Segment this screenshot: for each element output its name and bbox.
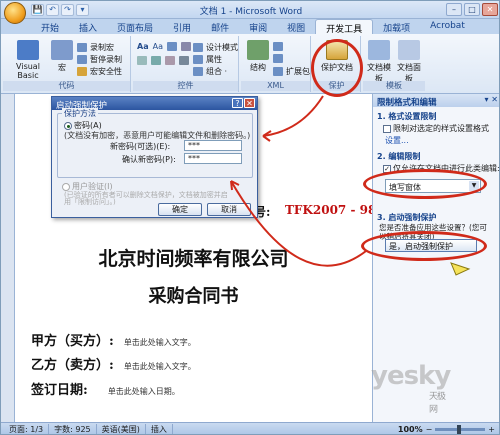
- office-button[interactable]: [4, 2, 26, 24]
- language-indicator[interactable]: 英语(美国): [97, 424, 146, 434]
- status-bar: 页面: 1/3 字数: 925 英语(美国) 插入 100% − +: [1, 422, 499, 434]
- zoom-in-icon[interactable]: +: [488, 425, 495, 434]
- yesky-watermark-logo: yesky 天极网: [371, 361, 451, 415]
- zoom-level[interactable]: 100%: [398, 425, 423, 434]
- zoom-slider-thumb[interactable]: [457, 425, 462, 434]
- zoom-out-icon[interactable]: −: [426, 425, 433, 434]
- word-count[interactable]: 字数: 925: [49, 424, 97, 434]
- word-window: 💾 ↶ ↷ ▾ 文档 1 - Microsoft Word – □ ✕ 开始 插…: [0, 0, 500, 435]
- cursor-pointer-icon: [450, 262, 471, 276]
- insert-mode-indicator[interactable]: 插入: [146, 424, 173, 434]
- page-indicator[interactable]: 页面: 1/3: [4, 424, 50, 434]
- zoom-slider[interactable]: [435, 425, 486, 434]
- zoom-control: 100% − +: [398, 425, 495, 434]
